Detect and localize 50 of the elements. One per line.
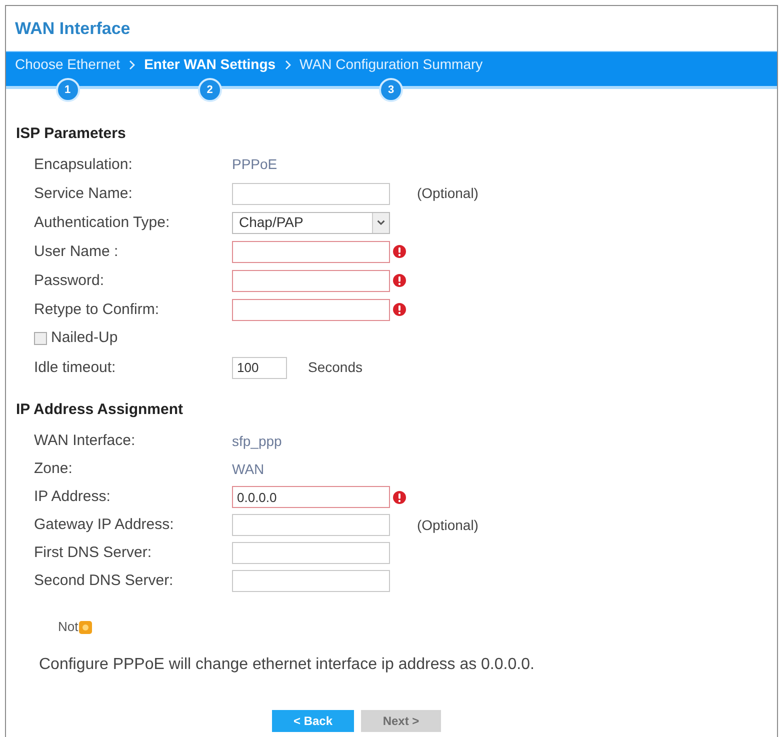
field-label: User Name : <box>34 242 118 260</box>
input-field[interactable] <box>232 270 390 292</box>
field-label: WAN Interface: <box>34 432 136 449</box>
step-number: 1 <box>56 78 80 102</box>
error-icon <box>393 245 406 258</box>
step-number: 2 <box>198 78 222 102</box>
wizard-step: Enter WAN Settings <box>144 56 276 73</box>
input-field[interactable] <box>232 514 390 536</box>
field-label: Password: <box>34 272 104 288</box>
field-value: PPPoE <box>232 155 278 174</box>
input-field[interactable] <box>232 182 390 204</box>
field-label: Retype to Confirm: <box>34 300 160 318</box>
input-field[interactable] <box>232 298 390 320</box>
field-label: Authentication Type: <box>34 214 170 230</box>
optional-hint: (Optional) <box>417 184 478 203</box>
wizard-step: Choose Ethernet <box>15 56 120 73</box>
input-field[interactable]: 100 <box>232 356 287 378</box>
optional-hint: (Optional) <box>417 516 478 535</box>
checkbox-label: Nailed-Up <box>51 328 118 348</box>
error-icon <box>393 303 406 316</box>
wizard-step: WAN Configuration Summary <box>300 56 483 73</box>
field-label: Gateway IP Address: <box>34 516 174 533</box>
field-value: sfp_ppp <box>232 432 282 451</box>
input-field[interactable] <box>232 570 390 592</box>
chevron-right-icon <box>129 60 136 70</box>
field-label: Idle timeout: <box>34 358 116 376</box>
section-heading: ISP Parameters <box>16 124 126 144</box>
field-label: IP Address: <box>34 488 110 505</box>
note-icon <box>79 620 92 634</box>
section-heading: IP Address Assignment <box>16 400 183 420</box>
field-label: Service Name: <box>34 184 132 202</box>
auth-type-dropdown[interactable]: Chap/PAP <box>232 212 390 234</box>
checkbox[interactable] <box>34 332 47 345</box>
field-label: Encapsulation: <box>34 156 132 172</box>
field-value: WAN <box>232 460 264 478</box>
chevron-right-icon <box>284 60 291 70</box>
field-label: Second DNS Server: <box>34 572 174 589</box>
input-field[interactable] <box>232 240 390 262</box>
error-icon <box>393 274 406 287</box>
error-icon <box>393 490 406 504</box>
field-label: First DNS Server: <box>34 544 152 561</box>
note-text: Configure PPPoE will change ethernet interface ip address as 0.0.0.0. <box>39 655 534 675</box>
window-title: WAN Interface <box>15 18 130 40</box>
unit-label: Seconds <box>308 358 362 377</box>
step-number: 3 <box>379 78 404 102</box>
field-label: Zone: <box>34 460 72 477</box>
note-label: Not <box>58 618 78 636</box>
input-field[interactable] <box>232 542 390 564</box>
input-field[interactable]: 0.0.0.0 <box>232 486 390 508</box>
caret-down-icon <box>377 220 385 225</box>
